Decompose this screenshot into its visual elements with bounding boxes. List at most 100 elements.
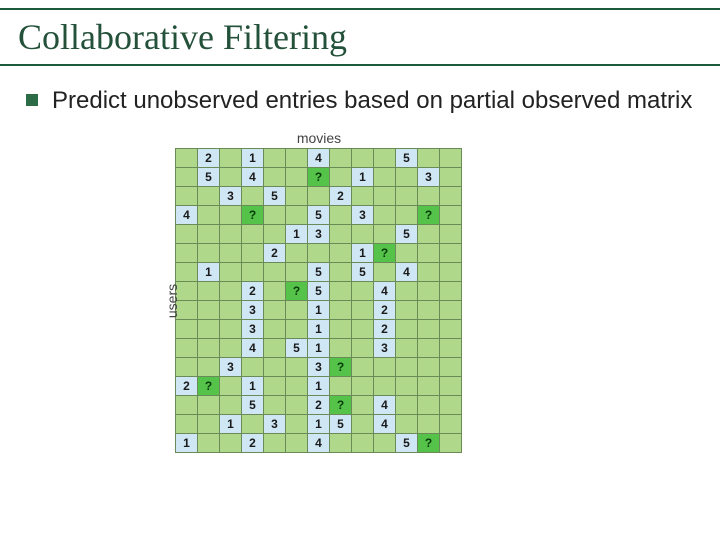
matrix-cell: 4: [374, 396, 396, 415]
matrix-cell: [286, 358, 308, 377]
matrix-cell: 5: [352, 263, 374, 282]
matrix-cell: 2: [176, 377, 198, 396]
matrix-cell: [374, 225, 396, 244]
matrix-cell: [264, 282, 286, 301]
matrix-cell: [286, 377, 308, 396]
matrix-cell: 1: [308, 377, 330, 396]
matrix-cell: 1: [242, 149, 264, 168]
matrix-cell: 5: [308, 206, 330, 225]
matrix-cell: 3: [308, 225, 330, 244]
matrix-cell: [264, 358, 286, 377]
x-axis-label: movies: [297, 130, 341, 146]
matrix-cell: [352, 358, 374, 377]
matrix-cell: [418, 396, 440, 415]
matrix-cell: 5: [242, 396, 264, 415]
matrix-cell: [418, 339, 440, 358]
matrix-cell: 1: [352, 244, 374, 263]
matrix-cell: [242, 225, 264, 244]
matrix-cell: 1: [176, 434, 198, 453]
matrix-cell: [286, 415, 308, 434]
matrix-cell: [176, 396, 198, 415]
matrix-cell: 2: [374, 320, 396, 339]
matrix-cell: [176, 149, 198, 168]
matrix-cell: [440, 149, 462, 168]
matrix-cell: [242, 415, 264, 434]
matrix-cell: [374, 377, 396, 396]
matrix-cell: [220, 339, 242, 358]
matrix-cell: [286, 149, 308, 168]
matrix-cell: [308, 187, 330, 206]
matrix-cell: [440, 168, 462, 187]
matrix-cell: 1: [308, 415, 330, 434]
table-row: 1554: [176, 263, 462, 282]
matrix-cell: [198, 396, 220, 415]
matrix-cell: 4: [308, 149, 330, 168]
matrix-cell: [220, 396, 242, 415]
matrix-cell: [396, 339, 418, 358]
matrix-cell: ?: [308, 168, 330, 187]
matrix-cell: [440, 301, 462, 320]
matrix-cell: [330, 244, 352, 263]
matrix-cell: [440, 434, 462, 453]
table-row: 2?11: [176, 377, 462, 396]
matrix-cell: [198, 339, 220, 358]
matrix-cell: [286, 168, 308, 187]
matrix-cell: [264, 339, 286, 358]
matrix-cell: [220, 168, 242, 187]
matrix-cell: [418, 263, 440, 282]
matrix-cell: 4: [374, 282, 396, 301]
matrix-cell: [418, 225, 440, 244]
matrix-cell: 5: [330, 415, 352, 434]
matrix-cell: 1: [242, 377, 264, 396]
matrix-cell: [242, 187, 264, 206]
matrix-cell: [396, 168, 418, 187]
table-row: 2?54: [176, 282, 462, 301]
matrix-cell: [396, 396, 418, 415]
matrix-cell: [352, 434, 374, 453]
matrix-cell: [396, 377, 418, 396]
matrix-cell: [440, 263, 462, 282]
matrix-cell: [396, 320, 418, 339]
matrix-cell: [286, 396, 308, 415]
matrix-cell: [220, 149, 242, 168]
matrix-cell: [176, 187, 198, 206]
matrix-cell: 1: [308, 320, 330, 339]
matrix-cell: [176, 339, 198, 358]
matrix-cell: [264, 434, 286, 453]
matrix-cell: [418, 301, 440, 320]
matrix-cell: 5: [198, 168, 220, 187]
matrix-cell: [440, 358, 462, 377]
matrix-cell: [418, 377, 440, 396]
matrix-cell: [440, 282, 462, 301]
matrix-cell: [220, 206, 242, 225]
table-row: 54?13: [176, 168, 462, 187]
matrix-cell: [286, 187, 308, 206]
matrix-cell: [264, 263, 286, 282]
table-row: 1245?: [176, 434, 462, 453]
matrix-cell: [264, 225, 286, 244]
table-row: 4?53?: [176, 206, 462, 225]
matrix-cell: [286, 301, 308, 320]
bullet-text: Predict unobserved entries based on part…: [52, 86, 692, 115]
matrix-cell: [264, 396, 286, 415]
matrix-cell: [176, 320, 198, 339]
matrix-cell: [176, 358, 198, 377]
matrix-cell: [220, 263, 242, 282]
matrix-cell: [330, 206, 352, 225]
matrix-cell: 5: [396, 225, 418, 244]
matrix-cell: 3: [220, 187, 242, 206]
matrix-cell: 5: [264, 187, 286, 206]
table-row: 4513: [176, 339, 462, 358]
matrix-cell: [440, 320, 462, 339]
table-row: 312: [176, 301, 462, 320]
matrix-cell: 3: [220, 358, 242, 377]
matrix-cell: [418, 149, 440, 168]
matrix-cell: [396, 415, 418, 434]
matrix-cell: 5: [308, 282, 330, 301]
matrix-cell: [330, 225, 352, 244]
matrix-cell: [242, 263, 264, 282]
matrix-cell: [198, 187, 220, 206]
table-row: 13154: [176, 415, 462, 434]
matrix-cell: [396, 301, 418, 320]
matrix-cell: [286, 434, 308, 453]
